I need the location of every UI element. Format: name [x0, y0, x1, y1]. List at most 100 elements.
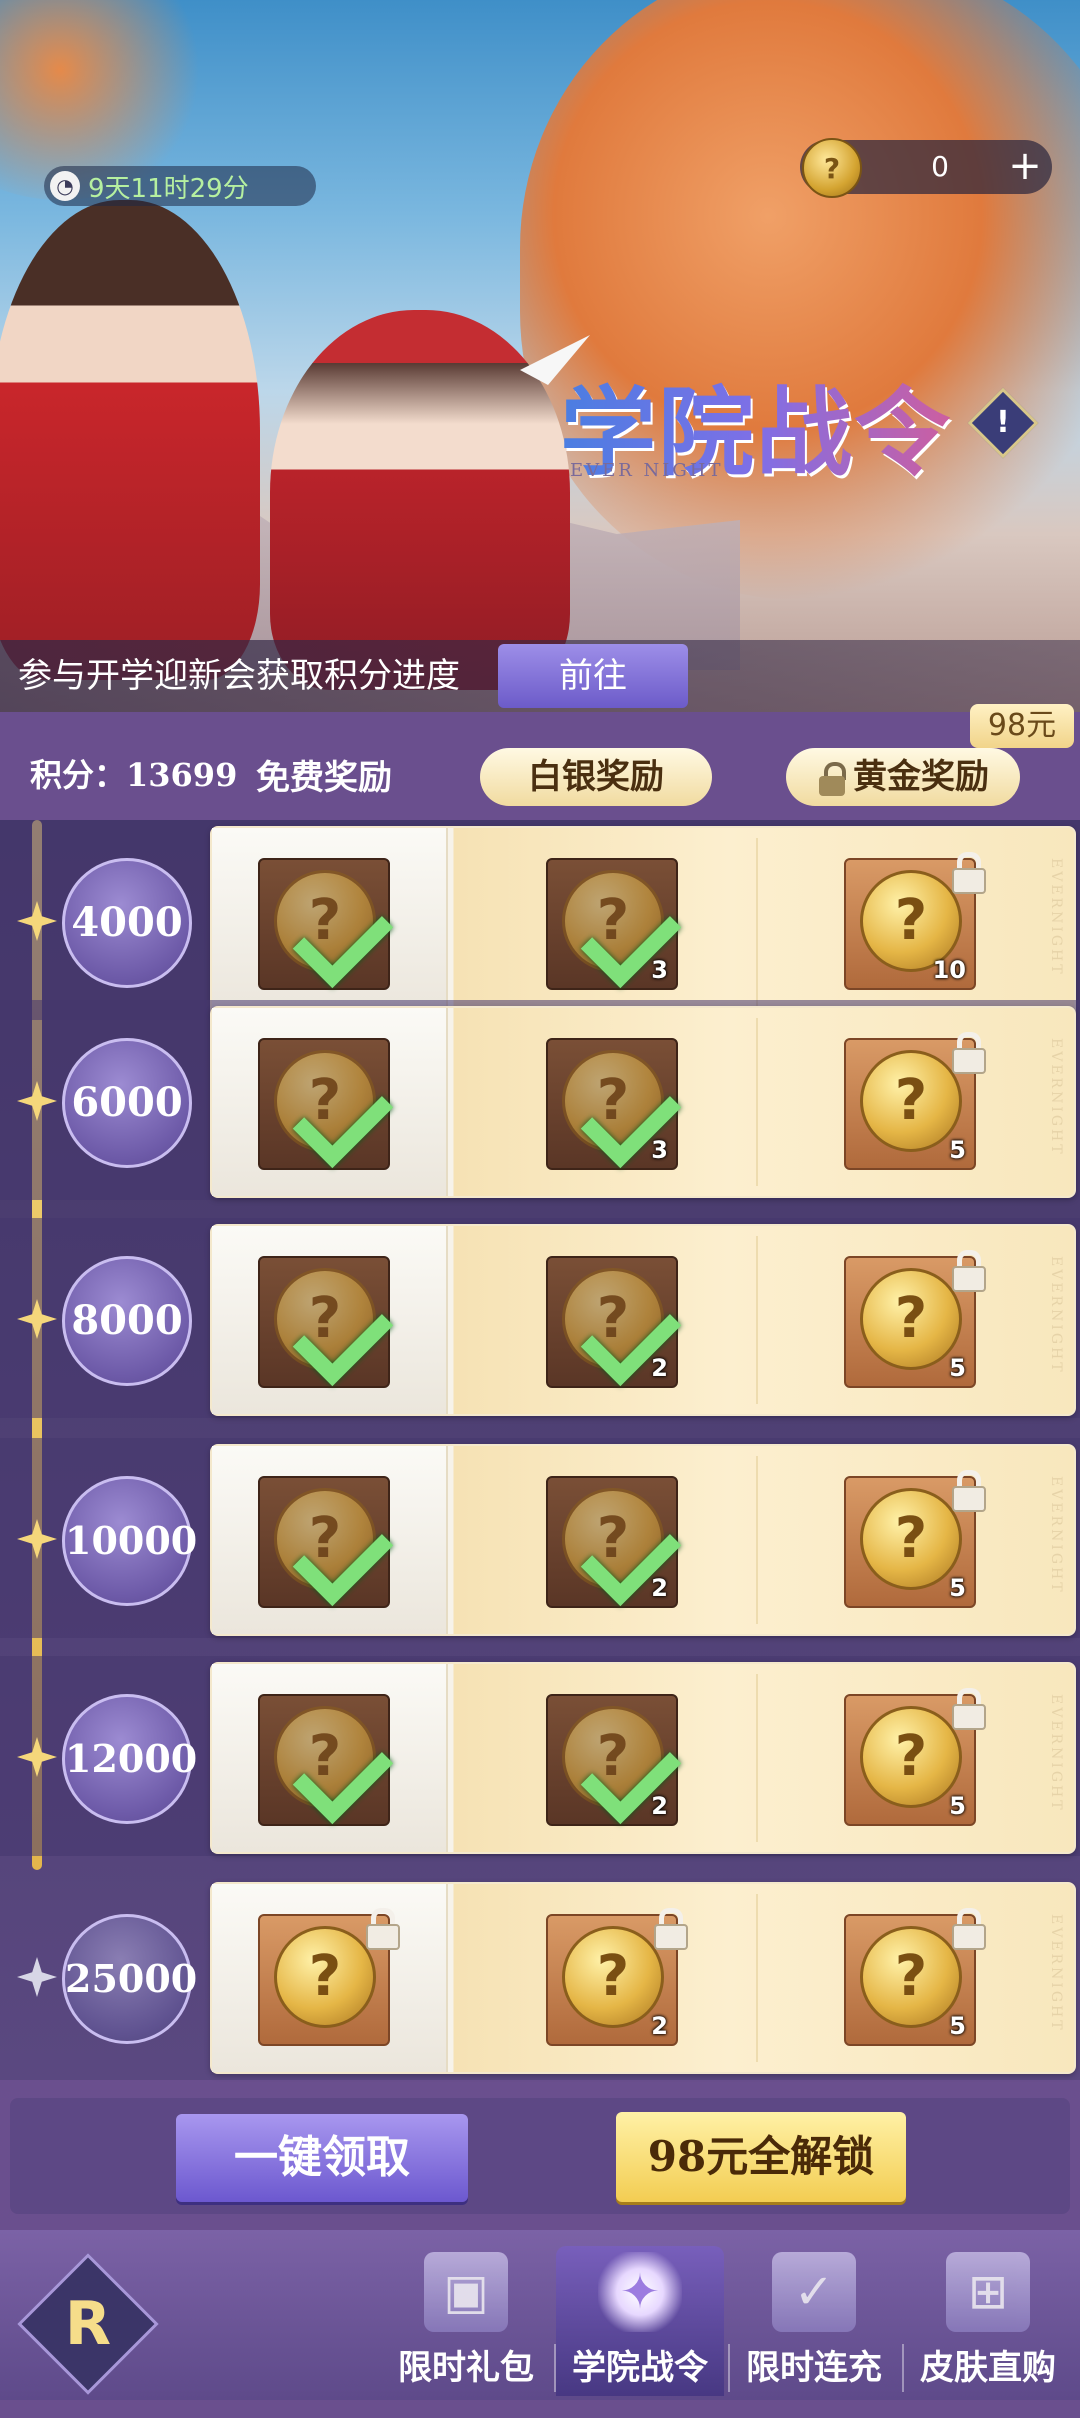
item-quantity: 5	[949, 2012, 966, 2040]
progress-star-icon	[17, 1957, 57, 1997]
reward-card: EVERNIGHT ? ? 2 ? 5	[210, 1444, 1076, 1636]
item-quantity: 5	[949, 1574, 966, 1602]
card-watermark: EVERNIGHT	[1048, 1694, 1064, 1813]
lock-icon	[950, 1470, 986, 1512]
gold-reward-label: 黄金奖励	[853, 757, 989, 797]
gold-reward-item[interactable]: ? 5	[844, 1470, 986, 1608]
silver-reward-item[interactable]: ? 2	[546, 1908, 688, 2046]
item-quantity: 5	[949, 1354, 966, 1382]
lock-icon	[364, 1908, 400, 1950]
clock-icon: ◔	[50, 171, 80, 201]
nav-item-recharge[interactable]: ✓ 限时连充	[730, 2246, 898, 2396]
reward-card: EVERNIGHT ? ? 3 ? 10	[210, 826, 1076, 1018]
free-reward-item[interactable]: ?	[258, 1038, 394, 1170]
gold-reward-item[interactable]: ? 5	[844, 1688, 986, 1826]
nav-item-limited-gift[interactable]: ▣ 限时礼包	[382, 2246, 550, 2396]
lock-icon	[817, 762, 847, 796]
item-quantity: 2	[651, 2012, 668, 2040]
currency-bar: ? 0 +	[800, 138, 1052, 198]
silver-reward-item[interactable]: ? 2	[546, 1476, 682, 1608]
free-reward-item[interactable]: ?	[258, 1694, 394, 1826]
level-badge: 8000	[62, 1256, 192, 1386]
item-quantity: 2	[651, 1354, 668, 1382]
go-button[interactable]: 前往	[498, 644, 688, 708]
free-reward-label: 免费奖励	[256, 758, 392, 798]
free-reward-item[interactable]: ?	[258, 858, 394, 990]
level-badge: 25000	[62, 1914, 197, 2044]
clipboard-check-icon: ✓	[772, 2252, 856, 2332]
level-badge: 4000	[62, 858, 192, 988]
currency-value: 0	[931, 150, 949, 183]
unlock-all-button[interactable]: 98元全解锁	[616, 2112, 906, 2202]
lock-icon	[950, 1688, 986, 1730]
card-watermark: EVERNIGHT	[1048, 1256, 1064, 1375]
gift-box-icon: ⊞	[946, 2252, 1030, 2332]
gold-reward-tab: 黄金奖励	[786, 748, 1020, 806]
add-currency-button[interactable]: +	[1004, 146, 1046, 188]
free-reward-item[interactable]: ?	[258, 1908, 400, 2046]
reward-row: 4000 EVERNIGHT ? ? 3 ? 10	[0, 820, 1080, 1020]
mystery-coin-icon: ?	[562, 1926, 664, 2028]
nav-label: 学院战令	[572, 2348, 708, 2388]
mystery-coin-icon: ?	[274, 1926, 376, 2028]
free-reward-item[interactable]: ?	[258, 1256, 394, 1388]
free-reward-item[interactable]: ?	[258, 1476, 394, 1608]
item-quantity: 3	[651, 956, 668, 984]
character-girl-illustration	[270, 310, 570, 690]
task-description: 参与开学迎新会获取积分进度	[18, 656, 460, 696]
event-subtitle: EVER NIGHT	[570, 460, 724, 481]
gold-reward-item[interactable]: ? 10	[844, 852, 986, 990]
action-panel	[10, 2098, 1070, 2214]
reward-card: EVERNIGHT ? ? 3 ? 5	[210, 1006, 1076, 1198]
nav-label: 限时连充	[746, 2348, 882, 2388]
event-logo: 学院战令 EVER NIGHT	[560, 355, 1000, 494]
silver-reward-item[interactable]: ? 2	[546, 1694, 682, 1826]
level-badge: 6000	[62, 1038, 192, 1168]
claim-all-button[interactable]: 一键领取	[176, 2114, 468, 2202]
character-boy-illustration	[0, 200, 260, 680]
mystery-coin-icon: ?	[860, 1706, 962, 1808]
mystery-coin-icon: ?	[860, 1488, 962, 1590]
item-quantity: 2	[651, 1792, 668, 1820]
reward-row: 8000 EVERNIGHT ? ? 2 ? 5	[0, 1218, 1080, 1418]
reward-row: 25000 EVERNIGHT ? ? 2 ? 5	[0, 1876, 1080, 2076]
mystery-coin-icon: ?	[860, 1268, 962, 1370]
lock-icon	[950, 1908, 986, 1950]
nav-item-battle-pass[interactable]: ✦ 学院战令	[556, 2246, 724, 2396]
lock-icon	[950, 852, 986, 894]
coin-icon: ?	[802, 138, 862, 198]
silver-reward-item[interactable]: ? 2	[546, 1256, 682, 1388]
nav-label: 皮肤直购	[920, 2348, 1056, 2388]
exclamation-icon: !	[996, 405, 1010, 440]
reward-row: 12000 EVERNIGHT ? ? 2 ? 5	[0, 1656, 1080, 1856]
item-quantity: 5	[949, 1792, 966, 1820]
mystery-coin-icon: ?	[860, 1926, 962, 2028]
item-quantity: 10	[932, 956, 966, 984]
gift-chest-icon: ▣	[424, 2252, 508, 2332]
lock-icon	[950, 1250, 986, 1292]
gold-reward-item[interactable]: ? 5	[844, 1908, 986, 2046]
game-logo-icon: R	[64, 2289, 112, 2359]
autumn-leaves-decoration	[520, 0, 1080, 600]
silver-reward-item[interactable]: ? 3	[546, 1038, 682, 1170]
card-watermark: EVERNIGHT	[1048, 1914, 1064, 2033]
score-label: 积分：13699	[30, 756, 238, 794]
lock-icon	[950, 1032, 986, 1074]
silver-reward-item[interactable]: ? 3	[546, 858, 682, 990]
nav-item-skin-shop[interactable]: ⊞ 皮肤直购	[904, 2246, 1072, 2396]
reward-card: EVERNIGHT ? ? 2 ? 5	[210, 1662, 1076, 1854]
item-quantity: 2	[651, 1574, 668, 1602]
reward-card: EVERNIGHT ? ? 2 ? 5	[210, 1882, 1076, 2074]
star-flower-icon: ✦	[598, 2252, 682, 2332]
reward-row: 6000 EVERNIGHT ? ? 3 ? 5	[0, 1000, 1080, 1200]
gold-reward-item[interactable]: ? 5	[844, 1032, 986, 1170]
silver-reward-tab: 白银奖励	[480, 748, 712, 806]
level-badge: 10000	[62, 1476, 197, 1606]
nav-label: 限时礼包	[398, 2348, 534, 2388]
card-watermark: EVERNIGHT	[1048, 1038, 1064, 1157]
gold-reward-item[interactable]: ? 5	[844, 1250, 986, 1388]
card-watermark: EVERNIGHT	[1048, 858, 1064, 977]
reward-row: 10000 EVERNIGHT ? ? 2 ? 5	[0, 1438, 1080, 1638]
card-watermark: EVERNIGHT	[1048, 1476, 1064, 1595]
reward-card: EVERNIGHT ? ? 2 ? 5	[210, 1224, 1076, 1416]
